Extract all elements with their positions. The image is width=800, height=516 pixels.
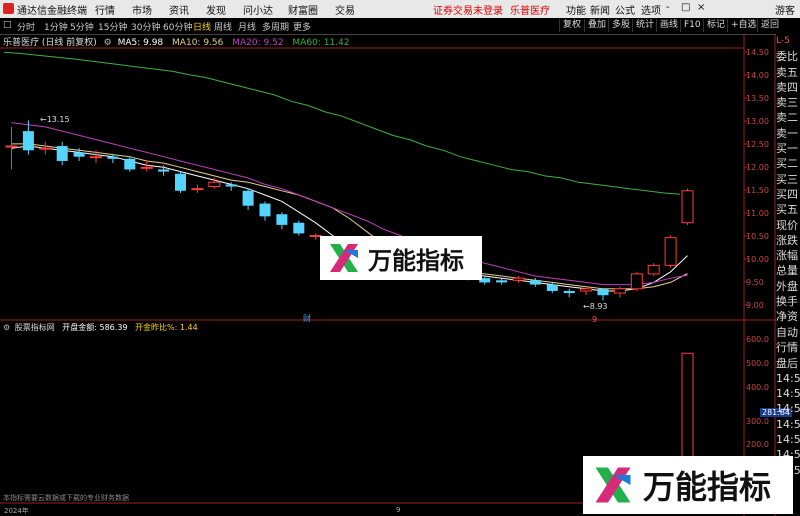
footer-note: 本指标需要云数据或下载的专业财务数据 <box>3 494 129 502</box>
candle-body <box>597 288 609 296</box>
side-item: 买四 <box>776 187 798 201</box>
price-tick: 13.50 <box>746 94 769 103</box>
price-tick: 9.50 <box>746 278 764 287</box>
side-item: 买三 <box>776 172 798 186</box>
side-item: 卖四 <box>776 80 798 94</box>
side-item: 买二 <box>776 157 798 171</box>
watermark-text: 万能指标 <box>368 246 464 275</box>
side-item: 现价 <box>776 218 798 232</box>
date-label-mid: 9 <box>396 506 401 514</box>
side-item[interactable]: 自动 <box>776 325 800 340</box>
side-item: 14:5 <box>776 402 800 416</box>
candle-body <box>580 288 593 292</box>
sub-tick: 600.0 <box>746 335 769 344</box>
sub-panel-title: 股票指标网 <box>14 323 55 332</box>
candle-body <box>107 156 119 159</box>
side-item: 总量 <box>776 264 798 278</box>
date-label-left: 2024年 <box>4 507 29 515</box>
candle-body <box>563 290 575 294</box>
price-tick: 10.00 <box>746 255 769 264</box>
ratio-label: 开金昨比%: 1.44 <box>135 323 198 332</box>
price-tick: 12.50 <box>746 140 769 149</box>
side-quote-panel: L-5 委比 卖五 卖四 卖三 卖二 卖一 买一 买二 买三 买四 买五 现价 … <box>776 34 800 322</box>
candle-body <box>208 181 221 188</box>
sub-panel-header: ⚙ 股票指标网 开盘金额: 586.39 开金昨比%: 1.44 <box>3 322 198 333</box>
candle-body <box>613 288 626 294</box>
price-tick: 12.00 <box>746 163 769 172</box>
price-tick: 10.50 <box>746 232 769 241</box>
sub-settings-gear-icon[interactable]: ⚙ <box>3 323 10 332</box>
candle-body <box>39 147 52 150</box>
candle-body <box>225 184 237 187</box>
candle-body <box>90 156 102 159</box>
side-item: 14:5 <box>776 417 800 431</box>
side-item: 买五 <box>776 203 798 217</box>
candle-body <box>647 264 660 275</box>
candle-body <box>158 169 170 172</box>
candle-body <box>191 188 204 191</box>
low-annotation: ←8.93 <box>583 302 608 311</box>
price-tick: 11.50 <box>746 186 769 195</box>
side-item: 外盘 <box>776 279 798 293</box>
candle-body <box>22 131 34 151</box>
price-tick: 14.50 <box>746 48 769 57</box>
candle-body <box>259 203 271 217</box>
side-item: 卖三 <box>776 96 798 110</box>
candle-body <box>664 237 677 266</box>
candle-body <box>276 214 288 225</box>
candle-body <box>242 190 254 206</box>
side-item: 涨幅 <box>776 249 798 263</box>
watermark-logo-icon <box>590 462 636 508</box>
candle-body <box>630 273 643 290</box>
candle-body <box>512 277 525 281</box>
candle-body <box>5 145 18 148</box>
watermark-corner: 万能指标 <box>583 456 793 514</box>
side-item: 14:5 <box>776 433 800 447</box>
candle-body <box>140 166 153 169</box>
side-item: 14:5 <box>776 371 800 385</box>
candle-body <box>175 173 186 191</box>
side-tick-panel: 自动 行情 盘后 14:5 14:5 14:5 14:5 14:5 14:5 1… <box>776 325 800 475</box>
side-item: L-5 <box>776 36 790 46</box>
side-item: 买一 <box>776 142 798 156</box>
side-item: 14:5 <box>776 387 800 401</box>
candle-body <box>73 152 85 157</box>
sub-tick: 500.0 <box>746 359 769 368</box>
candle-body <box>56 146 68 161</box>
candle-body <box>681 190 694 224</box>
side-item: 盘后 <box>776 356 798 370</box>
side-item: 卖二 <box>776 111 798 125</box>
ma-line-ma60 <box>3 51 681 195</box>
amount-label: 开盘金额: 586.39 <box>62 323 128 332</box>
candle-body <box>529 280 541 285</box>
price-tick: 11.00 <box>746 209 769 218</box>
side-item: 行情 <box>776 341 798 355</box>
price-tick: 13.00 <box>746 117 769 126</box>
candle-body <box>496 280 508 283</box>
price-tick: 9.00 <box>746 301 764 310</box>
side-item: 卖一 <box>776 126 798 140</box>
side-item: 涨跌 <box>776 233 798 247</box>
side-item: 卖五 <box>776 65 798 79</box>
high-annotation: ←13.15 <box>40 115 70 124</box>
candle-body <box>293 222 305 234</box>
finance-marker[interactable]: 财 <box>303 313 311 324</box>
candle-body <box>546 284 558 291</box>
sub-tick: 300.0 <box>746 417 769 426</box>
price-tick: 14.00 <box>746 71 769 80</box>
side-item: 换手 <box>776 295 798 309</box>
watermark-logo-icon <box>326 240 362 276</box>
sub-tick: 200.0 <box>746 440 769 449</box>
watermark-text: 万能指标 <box>643 468 772 506</box>
side-item: 委比 <box>776 50 798 64</box>
sub-tick: 400.0 <box>746 383 769 392</box>
event-marker[interactable]: 9 <box>592 315 597 324</box>
candle-body <box>124 158 136 170</box>
watermark-center: 万能指标 <box>320 236 482 280</box>
side-item: 净资 <box>776 310 798 322</box>
